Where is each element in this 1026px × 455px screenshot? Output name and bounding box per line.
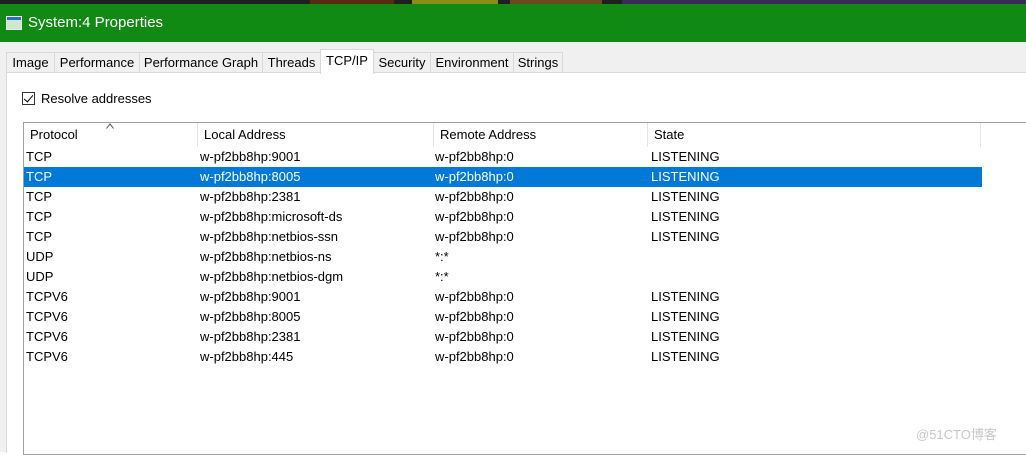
cell-remote-address: w-pf2bb8hp:0 (435, 289, 514, 304)
cell-local-address: w-pf2bb8hp:445 (200, 349, 294, 364)
sort-ascending-icon (106, 123, 114, 129)
table-row[interactable]: TCPV6 w-pf2bb8hp:2381 w-pf2bb8hp:0 LISTENIN… (24, 327, 982, 347)
cell-state: LISTENING (651, 289, 720, 304)
properties-dialog: Image Performance Performance Graph Thre… (0, 42, 1026, 455)
tab-image[interactable]: Image (6, 52, 55, 73)
cell-state: LISTENING (651, 329, 720, 344)
tab-strings[interactable]: Strings (513, 52, 563, 73)
cell-protocol: TCPV6 (26, 309, 68, 324)
resolve-addresses-label[interactable]: Resolve addresses (41, 91, 152, 106)
cell-remote-address: w-pf2bb8hp:0 (435, 329, 514, 344)
cell-local-address: w-pf2bb8hp:9001 (200, 289, 301, 304)
column-header-remote-address[interactable]: Remote Address (434, 123, 648, 147)
cell-protocol: TCPV6 (26, 289, 68, 304)
cell-local-address: w-pf2bb8hp:8005 (200, 309, 301, 324)
column-header-label: Remote Address (440, 127, 537, 142)
column-header-label: State (654, 127, 685, 142)
table-row[interactable]: TCP w-pf2bb8hp:microsoft-ds w-pf2bb8hp:0 LI… (24, 207, 982, 227)
tab-environment[interactable]: Environment (430, 52, 514, 73)
cell-protocol: TCP (26, 189, 52, 204)
title-bar[interactable]: System:4 Properties (0, 4, 1026, 42)
cell-remote-address: w-pf2bb8hp:0 (435, 349, 514, 364)
cell-remote-address: w-pf2bb8hp:0 (435, 189, 514, 204)
cell-state: LISTENING (651, 169, 720, 184)
cell-local-address: w-pf2bb8hp:netbios-ssn (200, 229, 339, 244)
cell-local-address: w-pf2bb8hp:2381 (200, 329, 301, 344)
cell-remote-address: w-pf2bb8hp:0 (435, 169, 514, 184)
cell-local-address: w-pf2bb8hp:netbios-ns (200, 249, 332, 264)
table-row[interactable]: TCP w-pf2bb8hp:netbios-ssn w-pf2bb8hp:0 LIS… (24, 227, 982, 247)
cell-protocol: UDP (26, 249, 54, 264)
cell-state: LISTENING (651, 189, 720, 204)
cell-protocol: TCP (26, 169, 52, 184)
cell-remote-address: *:* (435, 249, 449, 264)
table-row[interactable]: TCP w-pf2bb8hp:9001 w-pf2bb8hp:0 LISTENING (24, 147, 982, 167)
cell-state: LISTENING (651, 149, 720, 164)
tab-performance[interactable]: Performance (54, 52, 140, 73)
cell-remote-address: w-pf2bb8hp:0 (435, 229, 514, 244)
cell-protocol: UDP (26, 269, 54, 284)
cell-local-address: w-pf2bb8hp:2381 (200, 189, 301, 204)
cell-remote-address: w-pf2bb8hp:0 (435, 309, 514, 324)
cell-remote-address: w-pf2bb8hp:0 (435, 149, 514, 164)
cell-protocol: TCPV6 (26, 349, 68, 364)
table-row[interactable]: UDP w-pf2bb8hp:netbios-dgm *:* (24, 267, 982, 287)
cell-local-address: w-pf2bb8hp:8005 (200, 169, 301, 184)
resolve-addresses-checkbox[interactable] (22, 92, 35, 105)
cell-remote-address: w-pf2bb8hp:0 (435, 209, 514, 224)
table-row[interactable]: TCPV6 w-pf2bb8hp:445 w-pf2bb8hp:0 LISTENING (24, 347, 982, 367)
table-row[interactable]: TCP w-pf2bb8hp:2381 w-pf2bb8hp:0 LISTENING (24, 187, 982, 207)
cell-state: LISTENING (651, 349, 720, 364)
column-header-label: Local Address (204, 127, 286, 142)
cell-state: LISTENING (651, 209, 720, 224)
column-header-local-address[interactable]: Local Address (198, 123, 434, 147)
tab-tcpip[interactable]: TCP/IP (320, 49, 374, 74)
table-row[interactable]: TCPV6 w-pf2bb8hp:8005 w-pf2bb8hp:0 LISTENIN… (24, 307, 982, 327)
cell-protocol: TCPV6 (26, 329, 68, 344)
cell-remote-address: *:* (435, 269, 449, 284)
cell-local-address: w-pf2bb8hp:microsoft-ds (200, 209, 343, 224)
watermark: @51CTO博客 (916, 427, 997, 442)
table-row[interactable]: TCPV6 w-pf2bb8hp:9001 w-pf2bb8hp:0 LISTENIN… (24, 287, 982, 307)
cell-local-address: w-pf2bb8hp:netbios-dgm (200, 269, 344, 284)
cell-state: LISTENING (651, 229, 720, 244)
cell-protocol: TCP (26, 149, 52, 164)
tab-security[interactable]: Security (373, 52, 431, 73)
column-header-protocol[interactable]: Protocol (24, 123, 198, 147)
table-row[interactable]: UDP w-pf2bb8hp:netbios-ns *:* (24, 247, 982, 267)
tcpip-tab-page: Resolve addresses Protocol Local Address… (6, 72, 1026, 455)
window-icon (6, 16, 22, 30)
tab-threads[interactable]: Threads (262, 52, 321, 73)
table-row[interactable]: TCP w-pf2bb8hp:8005 w-pf2bb8hp:0 LISTENING (24, 167, 982, 187)
list-header: Protocol Local Address Remote Address St… (24, 123, 1026, 147)
column-header-label: Protocol (30, 127, 78, 142)
cell-protocol: TCP (26, 229, 52, 244)
cell-local-address: w-pf2bb8hp:9001 (200, 149, 301, 164)
window-title: System:4 Properties (28, 14, 164, 31)
connections-list[interactable]: Protocol Local Address Remote Address St… (23, 122, 1026, 455)
cell-state: LISTENING (651, 309, 720, 324)
tab-performance-graph[interactable]: Performance Graph (139, 52, 263, 73)
column-header-state[interactable]: State (648, 123, 981, 147)
cell-protocol: TCP (26, 209, 52, 224)
